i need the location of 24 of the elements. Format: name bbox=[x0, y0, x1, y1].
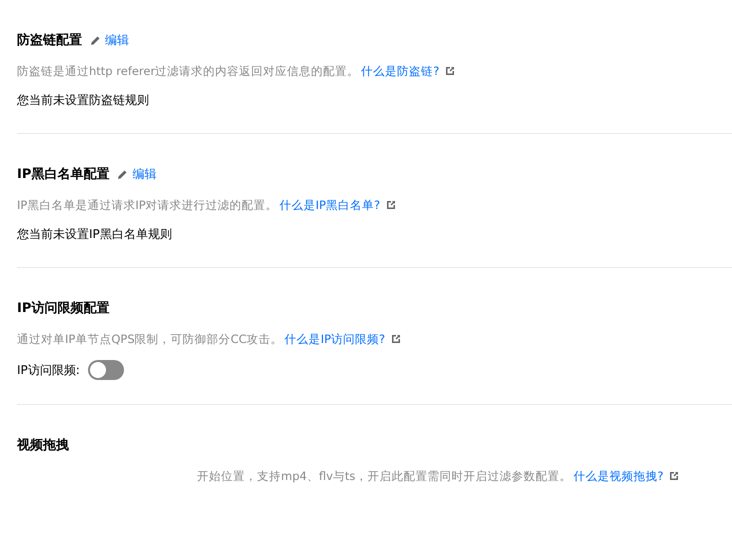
external-link-icon[interactable] bbox=[386, 200, 396, 210]
external-link-icon[interactable] bbox=[669, 471, 680, 481]
toggle-label: IP访问限频: bbox=[17, 362, 80, 378]
description-text: IP黑白名单是通过请求IP对请求进行过滤的配置。 bbox=[17, 198, 278, 212]
help-link[interactable]: 什么是IP访问限频? bbox=[284, 332, 386, 346]
description-text: 通过对单IP单节点QPS限制，可防御部分CC攻击。 bbox=[17, 332, 283, 346]
section-title: IP黑白名单配置 bbox=[17, 166, 110, 183]
toggle-switch[interactable] bbox=[88, 360, 124, 380]
pencil-icon bbox=[90, 34, 101, 46]
help-link[interactable]: 什么是防盗链? bbox=[361, 64, 440, 78]
help-link[interactable]: 什么是IP黑白名单? bbox=[280, 198, 380, 212]
help-link[interactable]: 什么是视频拖拽? bbox=[573, 468, 664, 484]
status-text: 您当前未设置防盗链规则 bbox=[17, 92, 150, 109]
description-text: 防盗链是通过http referer过滤请求的内容返回对应信息的配置。 bbox=[17, 64, 360, 78]
external-link-icon[interactable] bbox=[445, 66, 456, 76]
status-text: 您当前未设置IP黑白名单规则 bbox=[17, 226, 173, 243]
description-text: 开始位置，支持mp4、flv与ts，开启此配置需同时开启过滤参数配置。 bbox=[197, 468, 572, 484]
pencil-icon bbox=[117, 168, 128, 180]
section-title: 视频拖拽 bbox=[17, 437, 69, 454]
edit-link[interactable]: 编辑 bbox=[90, 32, 129, 48]
section-title: IP访问限频配置 bbox=[17, 300, 110, 317]
edit-link[interactable]: 编辑 bbox=[117, 166, 156, 182]
section-title: 防盗链配置 bbox=[17, 32, 82, 49]
external-link-icon[interactable] bbox=[391, 334, 402, 344]
